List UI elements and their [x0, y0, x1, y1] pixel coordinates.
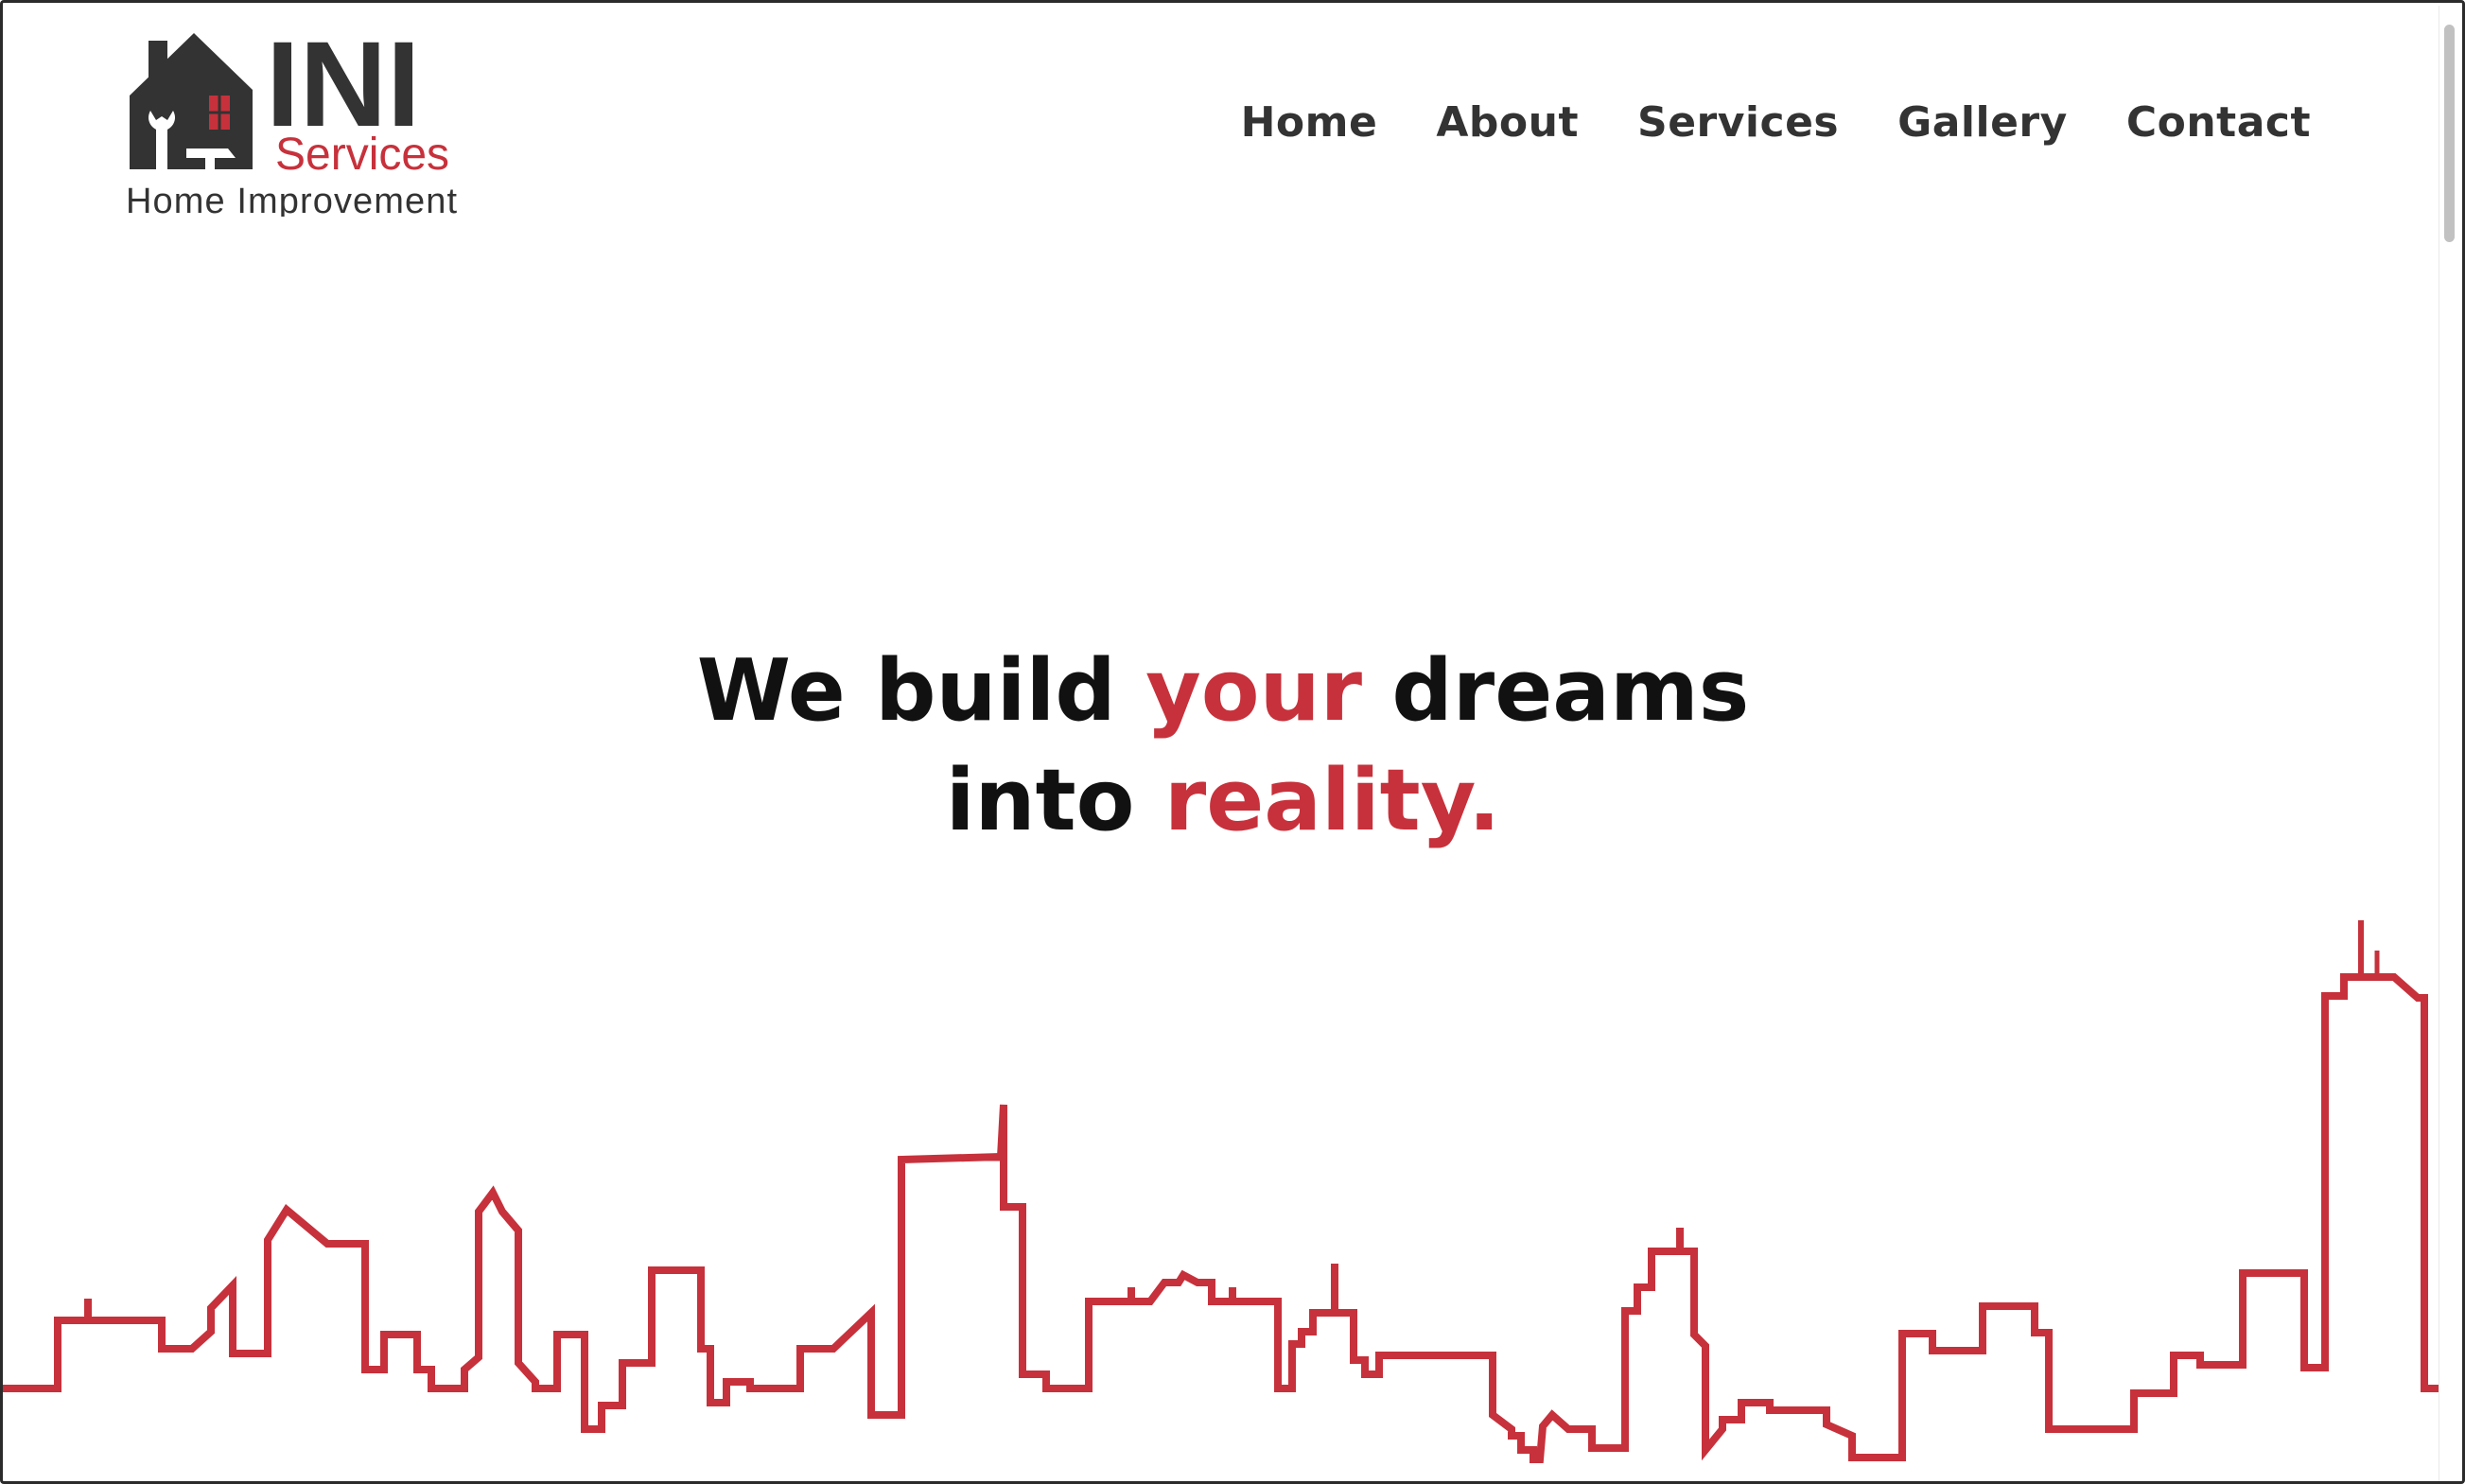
city-skyline-icon: [3, 892, 2443, 1481]
nav-about[interactable]: About: [1436, 94, 1579, 152]
nav-home[interactable]: Home: [1241, 94, 1378, 152]
site-logo[interactable]: INI Services Home Improvement: [124, 27, 461, 217]
house-tools-logo-icon: INI Services Home Improvement: [126, 27, 457, 217]
hero-line-1: We build your dreams: [696, 641, 1750, 741]
svg-text:Services: Services: [275, 130, 449, 180]
vertical-scrollbar[interactable]: [2439, 6, 2459, 1481]
nav-contact[interactable]: Contact: [2126, 94, 2311, 152]
hero-line-2: into reality.: [945, 751, 1501, 850]
browser-viewport: INI Services Home Improvement Home About…: [0, 0, 2465, 1484]
main-nav: Home About Services Gallery Contact: [1241, 94, 2311, 152]
nav-services[interactable]: Services: [1637, 94, 1839, 152]
hero-headline: We build your dreams into reality.: [3, 637, 2443, 856]
nav-gallery[interactable]: Gallery: [1897, 94, 2068, 152]
svg-text:Home Improvement: Home Improvement: [126, 182, 457, 217]
scrollbar-thumb[interactable]: [2444, 25, 2455, 242]
